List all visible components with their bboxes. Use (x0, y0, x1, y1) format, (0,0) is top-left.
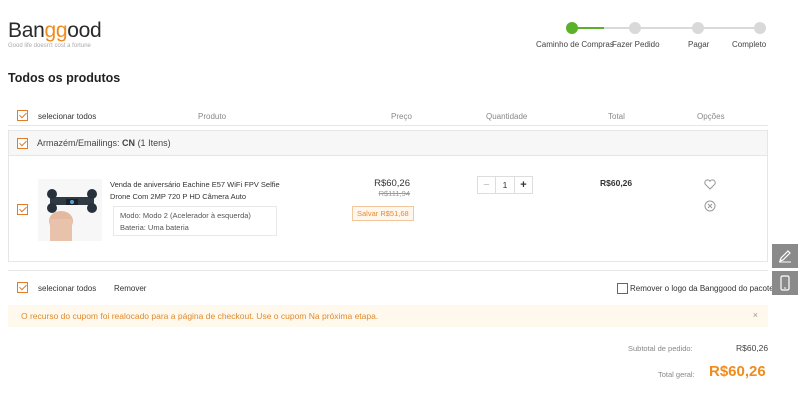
remove-logo-checkbox[interactable] (617, 283, 628, 294)
select-all-label-bottom[interactable]: selecionar todos (38, 284, 96, 293)
remove-item-icon[interactable] (704, 199, 716, 217)
grand-total-label: Total geral: (658, 370, 695, 379)
quantity-decrease-button[interactable]: − (478, 177, 496, 193)
warehouse-checkbox[interactable] (17, 138, 28, 149)
product-checkbox[interactable] (17, 204, 28, 215)
logo-tagline: Good life doesn't cost a fortune (8, 43, 91, 49)
feedback-button[interactable] (772, 244, 798, 268)
product-attr-battery: Bateria: Uma bateria (120, 223, 189, 232)
savings-badge: Salvar R$51,68 (352, 206, 414, 221)
remove-selected-button[interactable]: Remover (114, 284, 146, 293)
step-label-complete: Completo (732, 40, 767, 49)
product-attr-mode: Modo: Modo 2 (Acelerador à esquerda) (120, 211, 251, 220)
product-image[interactable] (38, 179, 102, 241)
footer-divider (8, 270, 768, 271)
product-name-link[interactable]: Venda de aniversário Eachine E57 WiFi FP… (110, 179, 285, 203)
warehouse-header: Armazém/Emailings: CN (1 Itens) (9, 131, 767, 156)
step-dot-complete (754, 22, 766, 34)
product-original-price: R$111,94 (378, 189, 410, 198)
step-label-cart: Caminho de Compras (536, 40, 614, 49)
product-attributes: Modo: Modo 2 (Acelerador à esquerda) Bat… (113, 206, 277, 236)
quantity-stepper: − 1 + (477, 176, 533, 194)
step-label-pay: Pagar (688, 40, 710, 49)
subtotal-label: Subtotal de pedido: (628, 344, 693, 353)
column-header-options: Opções (697, 112, 725, 121)
column-header-price: Preço (391, 112, 412, 121)
column-header-quantity: Quantidade (486, 112, 528, 121)
column-header-product: Produto (198, 112, 227, 121)
mobile-app-button[interactable] (772, 271, 798, 295)
select-all-checkbox-top[interactable] (17, 110, 28, 121)
notice-close-icon[interactable]: × (753, 310, 758, 320)
step-dot-cart (566, 22, 578, 34)
wishlist-heart-icon[interactable] (704, 177, 716, 195)
subtotal-value: R$60,26 (736, 343, 769, 353)
banggood-logo[interactable]: Banggood Good life doesn't cost a fortun… (8, 19, 102, 50)
product-price: R$60,26 (374, 178, 410, 189)
header-divider (8, 125, 768, 126)
checkout-progress: Caminho de Compras Fazer Pedido Pagar Co… (536, 20, 786, 60)
product-total: R$60,26 (600, 178, 633, 188)
step-label-order: Fazer Pedido (612, 40, 660, 49)
coupon-notice-text: O recurso do cupom foi realocado para a … (21, 311, 379, 321)
warehouse-group: Armazém/Emailings: CN (1 Itens) Venda de… (8, 130, 768, 262)
grand-total-value: R$60,26 (709, 363, 766, 380)
step-dot-pay (692, 22, 704, 34)
page-title: Todos os produtos (8, 71, 121, 85)
column-header-total: Total (608, 112, 625, 121)
quantity-increase-button[interactable]: + (514, 177, 532, 193)
select-all-checkbox-bottom[interactable] (17, 282, 28, 293)
logo-wordmark: Banggood (8, 19, 102, 42)
remove-logo-label[interactable]: Remover o logo da Banggood do pacote (630, 284, 774, 293)
quantity-input[interactable]: 1 (496, 177, 514, 193)
warehouse-label: Armazém/Emailings: CN (1 Itens) (37, 138, 171, 148)
select-all-label-top[interactable]: selecionar todos (38, 112, 96, 121)
coupon-notice: O recurso do cupom foi realocado para a … (8, 305, 768, 327)
step-dot-order (629, 22, 641, 34)
